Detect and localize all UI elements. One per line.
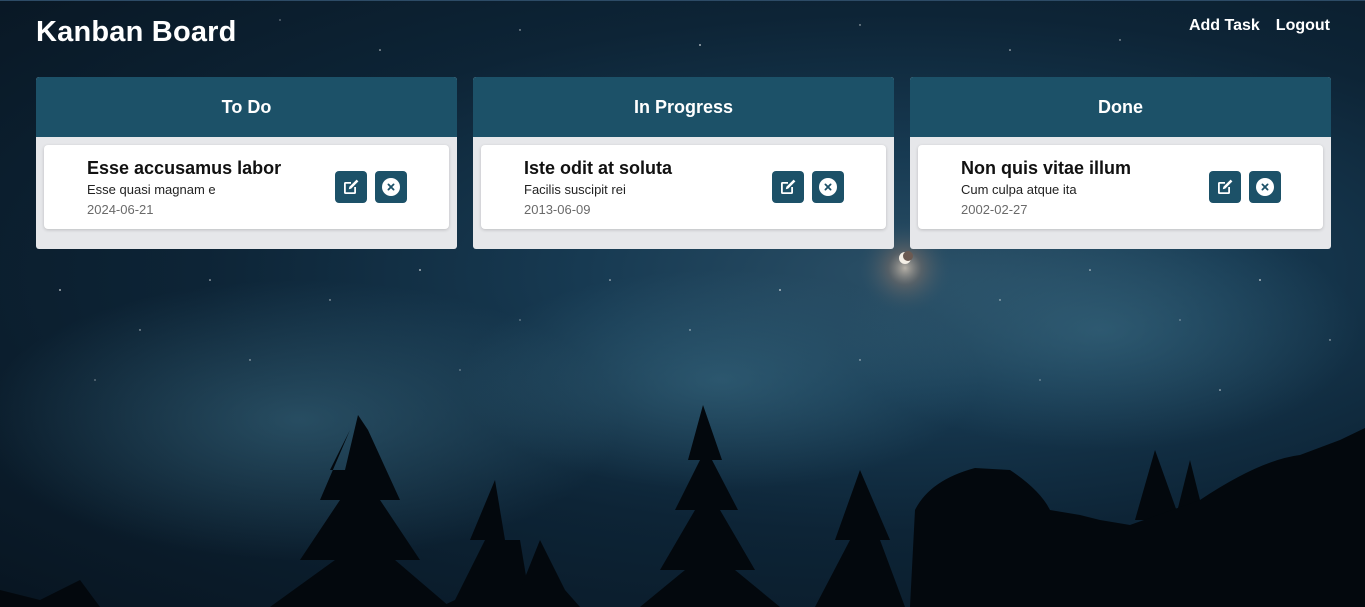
task-actions <box>772 171 844 203</box>
task-actions <box>1209 171 1281 203</box>
edit-icon <box>778 177 798 197</box>
close-circle-icon <box>381 177 401 197</box>
task-card[interactable]: Iste odit at soluta Facilis suscipit rei… <box>481 145 886 229</box>
top-navbar: Kanban Board Add Task Logout <box>0 0 1365 70</box>
task-title: Non quis vitae illum <box>961 158 1132 178</box>
task-card-body: Non quis vitae illum Cum culpa atque ita… <box>961 157 1131 218</box>
nav-links: Add Task Logout <box>1189 17 1330 35</box>
column-header: Done <box>910 77 1331 137</box>
delete-task-button[interactable] <box>1249 171 1281 203</box>
kanban-board: To Do Esse accusamus labor Esse quasi ma… <box>36 77 1331 249</box>
edit-icon <box>341 177 361 197</box>
edit-task-button[interactable] <box>772 171 804 203</box>
task-card[interactable]: Non quis vitae illum Cum culpa atque ita… <box>918 145 1323 229</box>
column-header: To Do <box>36 77 457 137</box>
column-done: Done Non quis vitae illum Cum culpa atqu… <box>910 77 1331 249</box>
delete-task-button[interactable] <box>812 171 844 203</box>
task-title: Esse accusamus labor <box>87 158 282 178</box>
close-circle-icon <box>818 177 838 197</box>
task-description: Cum culpa atque ita <box>961 182 1077 197</box>
column-in-progress: In Progress Iste odit at soluta Facilis … <box>473 77 894 249</box>
logout-link[interactable]: Logout <box>1276 17 1330 35</box>
task-card-body: Iste odit at soluta Facilis suscipit rei… <box>524 157 672 218</box>
edit-task-button[interactable] <box>1209 171 1241 203</box>
task-card[interactable]: Esse accusamus labor Esse quasi magnam e… <box>44 145 449 229</box>
edit-task-button[interactable] <box>335 171 367 203</box>
task-title: Iste odit at soluta <box>524 158 673 178</box>
delete-task-button[interactable] <box>375 171 407 203</box>
close-circle-icon <box>1255 177 1275 197</box>
task-date: 2002-02-27 <box>961 202 1028 217</box>
task-description: Facilis suscipit rei <box>524 182 626 197</box>
column-header: In Progress <box>473 77 894 137</box>
edit-icon <box>1215 177 1235 197</box>
task-date: 2013-06-09 <box>524 202 591 217</box>
task-actions <box>335 171 407 203</box>
add-task-link[interactable]: Add Task <box>1189 17 1260 35</box>
task-description: Esse quasi magnam e <box>87 182 216 197</box>
task-date: 2024-06-21 <box>87 202 154 217</box>
task-card-body: Esse accusamus labor Esse quasi magnam e… <box>87 157 281 218</box>
app-title: Kanban Board <box>36 16 237 48</box>
column-todo: To Do Esse accusamus labor Esse quasi ma… <box>36 77 457 249</box>
